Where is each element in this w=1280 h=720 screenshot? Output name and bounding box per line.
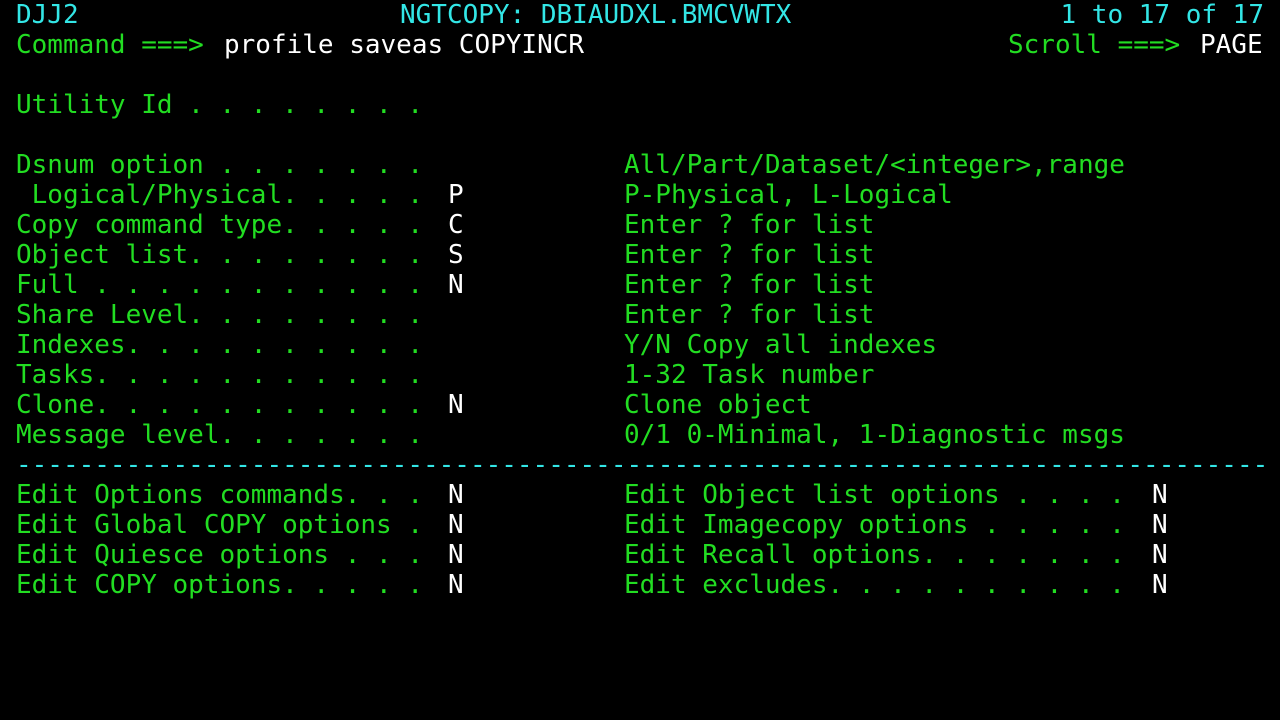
scroll-input[interactable]: PAGE <box>1200 30 1263 60</box>
option-row-message-level: Message level. . . . . . . 0/1 0-Minimal… <box>0 420 1280 450</box>
option-row-clone: Clone. . . . . . . . . . . N Clone objec… <box>0 390 1280 420</box>
option-help: P-Physical, L-Logical <box>624 180 953 210</box>
edit-options-commands-label: Edit Options commands. . . <box>16 480 423 510</box>
edit-excludes-label: Edit excludes. . . . . . . . . . <box>624 570 1125 600</box>
option-row-logical-physical: Logical/Physical. . . . . P P-Physical, … <box>0 180 1280 210</box>
option-help: Enter ? for list <box>624 210 875 240</box>
option-label: Share Level. . . . . . . . <box>16 300 423 330</box>
edit-quiesce-options-input[interactable]: N <box>448 540 464 570</box>
option-help: 0/1 0-Minimal, 1-Diagnostic msgs <box>624 420 1125 450</box>
option-help: Clone object <box>624 390 812 420</box>
option-help: 1-32 Task number <box>624 360 875 390</box>
edit-recall-options-input[interactable]: N <box>1152 540 1168 570</box>
option-row-indexes: Indexes. . . . . . . . . . Y/N Copy all … <box>0 330 1280 360</box>
edit-excludes-input[interactable]: N <box>1152 570 1168 600</box>
scroll-label: Scroll ===> <box>1008 30 1181 60</box>
row-info: 1 to 17 of 17 <box>1060 0 1265 30</box>
copy-command-type-input[interactable]: C <box>448 210 464 240</box>
edit-object-list-options-input[interactable]: N <box>1152 480 1168 510</box>
option-help: Enter ? for list <box>624 300 875 330</box>
option-help: Enter ? for list <box>624 240 875 270</box>
utility-id-row: Utility Id . . . . . . . . <box>0 90 1280 120</box>
command-line: Command ===> profile saveas COPYINCR Scr… <box>0 30 1280 60</box>
option-label: Copy command type. . . . . <box>16 210 423 240</box>
edit-imagecopy-options-input[interactable]: N <box>1152 510 1168 540</box>
edit-copy-options-label: Edit COPY options. . . . . <box>16 570 423 600</box>
option-label: Object list. . . . . . . . <box>16 240 423 270</box>
option-label: Logical/Physical. . . . . <box>16 180 423 210</box>
edit-row: Edit Options commands. . . N Edit Object… <box>0 480 1280 510</box>
option-row-copy-command-type: Copy command type. . . . . C Enter ? for… <box>0 210 1280 240</box>
edit-options-commands-input[interactable]: N <box>448 480 464 510</box>
option-label: Full . . . . . . . . . . . <box>16 270 423 300</box>
option-help: Enter ? for list <box>624 270 875 300</box>
option-row-tasks: Tasks. . . . . . . . . . . 1-32 Task num… <box>0 360 1280 390</box>
edit-quiesce-options-label: Edit Quiesce options . . . <box>16 540 423 570</box>
command-label: Command ===> <box>16 30 204 60</box>
edit-copy-options-input[interactable]: N <box>448 570 464 600</box>
title-bar: DJJ2 NGTCOPY: DBIAUDXL.BMCVWTX 1 to 17 o… <box>0 0 1280 30</box>
panel-title: NGTCOPY: DBIAUDXL.BMCVWTX <box>400 0 792 30</box>
option-label: Tasks. . . . . . . . . . . <box>16 360 423 390</box>
option-help: All/Part/Dataset/<integer>,range <box>624 150 1125 180</box>
full-input[interactable]: N <box>448 270 464 300</box>
edit-global-copy-options-input[interactable]: N <box>448 510 464 540</box>
edit-row: Edit Quiesce options . . . N Edit Recall… <box>0 540 1280 570</box>
system-id: DJJ2 <box>16 0 79 30</box>
option-label: Dsnum option . . . . . . . <box>16 150 423 180</box>
option-row-full: Full . . . . . . . . . . . N Enter ? for… <box>0 270 1280 300</box>
logical-physical-input[interactable]: P <box>448 180 464 210</box>
option-label: Indexes. . . . . . . . . . <box>16 330 423 360</box>
command-input[interactable]: profile saveas COPYINCR <box>224 30 584 60</box>
edit-imagecopy-options-label: Edit Imagecopy options . . . . . <box>624 510 1125 540</box>
utility-id-label: Utility Id . . . . . . . . <box>16 90 423 120</box>
separator-line: ----------------------------------------… <box>16 450 1269 480</box>
option-label: Clone. . . . . . . . . . . <box>16 390 423 420</box>
option-row-object-list: Object list. . . . . . . . S Enter ? for… <box>0 240 1280 270</box>
edit-row: Edit Global COPY options . N Edit Imagec… <box>0 510 1280 540</box>
edit-object-list-options-label: Edit Object list options . . . . <box>624 480 1125 510</box>
option-help: Y/N Copy all indexes <box>624 330 938 360</box>
edit-recall-options-label: Edit Recall options. . . . . . . <box>624 540 1125 570</box>
edit-row: Edit COPY options. . . . . N Edit exclud… <box>0 570 1280 600</box>
object-list-input[interactable]: S <box>448 240 464 270</box>
option-label: Message level. . . . . . . <box>16 420 423 450</box>
edit-global-copy-options-label: Edit Global COPY options . <box>16 510 423 540</box>
option-row-dsnum: Dsnum option . . . . . . . All/Part/Data… <box>0 150 1280 180</box>
clone-input[interactable]: N <box>448 390 464 420</box>
option-row-share-level: Share Level. . . . . . . . Enter ? for l… <box>0 300 1280 330</box>
